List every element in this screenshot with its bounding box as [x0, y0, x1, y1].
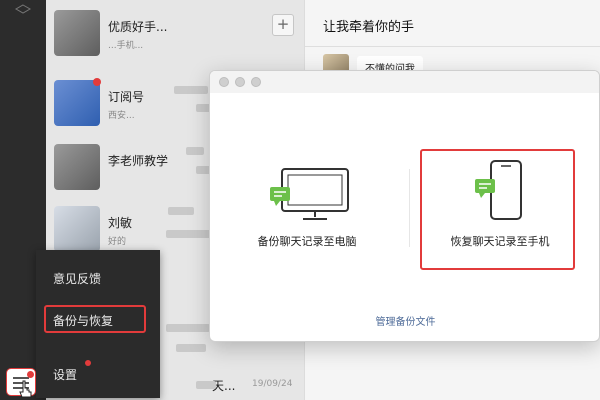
close-button[interactable]: [219, 77, 229, 87]
manage-backup-link[interactable]: 管理备份文件: [210, 313, 599, 328]
avatar: [54, 144, 100, 190]
blurred-text: [174, 86, 208, 94]
blurred-text: [186, 147, 204, 155]
option-divider: [409, 169, 410, 247]
blurred-text: [176, 344, 206, 352]
chat-title: 让我牵着你的手: [323, 20, 415, 35]
menu-item-feedback[interactable]: 意见反馈: [53, 270, 101, 287]
logo-icon: [14, 4, 32, 14]
blurred-text: [166, 230, 212, 238]
cursor-icon: [19, 380, 32, 398]
menu-notification-dot: [27, 371, 34, 378]
chat-item-0[interactable]: 优质好手... ...手机...: [46, 4, 304, 66]
menu-item-settings[interactable]: 设置: [53, 366, 77, 383]
avatar: [54, 206, 100, 252]
chat-item-preview: 西安...: [108, 111, 135, 121]
menu-item-backup-restore[interactable]: 备份与恢复: [53, 312, 113, 329]
chat-item-name: 李老师教学: [108, 154, 169, 168]
settings-dot: [85, 360, 91, 366]
backup-to-pc-option[interactable]: 备份聊天记录至电脑: [232, 151, 382, 269]
chat-item-name: 刘敏: [108, 216, 133, 230]
chat-item-name: 订阅号: [108, 90, 145, 104]
zoom-button[interactable]: [251, 77, 261, 87]
highlight-box: [420, 149, 575, 270]
backup-dialog: 备份聊天记录至电脑 恢复聊天记录至手机 管理备份文件: [209, 70, 600, 342]
blurred-text: [196, 381, 216, 389]
chat-item-date: 19/09/24: [252, 379, 293, 389]
dialog-titlebar: [210, 71, 599, 93]
divider: [305, 46, 600, 47]
more-menu: 意见反馈 备份与恢复 设置: [36, 250, 160, 398]
backup-to-pc-label: 备份聊天记录至电脑: [257, 235, 357, 248]
avatar: [54, 80, 100, 126]
chat-item-preview: ...手机...: [108, 41, 144, 51]
chat-item-name: 优质好手...: [108, 20, 168, 34]
unread-badge: [93, 78, 101, 86]
chat-item-preview: 好的: [108, 237, 127, 247]
blurred-text: [166, 324, 210, 332]
minimize-button[interactable]: [235, 77, 245, 87]
avatar: [54, 10, 100, 56]
computer-icon: [270, 168, 349, 220]
blurred-text: [168, 207, 194, 215]
